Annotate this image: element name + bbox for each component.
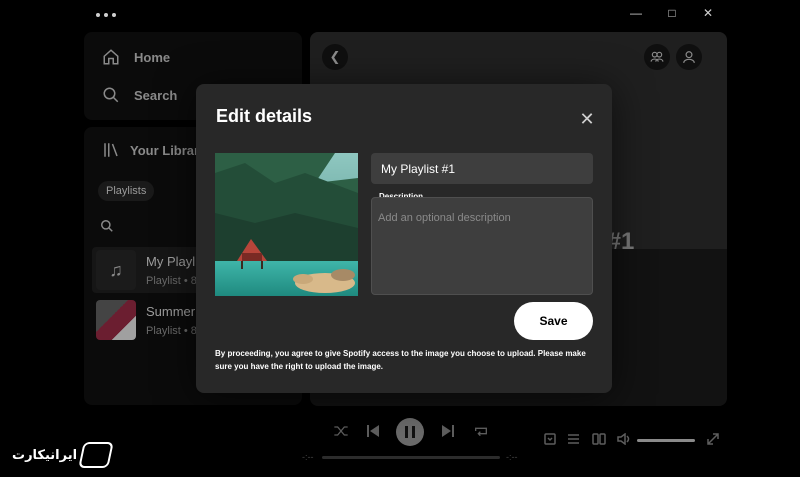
- back-button[interactable]: ❮: [322, 44, 348, 70]
- nav-search-label: Search: [134, 87, 178, 103]
- progress-bar[interactable]: [322, 456, 500, 459]
- shuffle-icon[interactable]: [333, 424, 349, 441]
- playlist-cover-thumbnail: [96, 300, 136, 340]
- upload-disclaimer: By proceeding, you agree to give Spotify…: [215, 349, 586, 371]
- cart-logo-icon: [78, 442, 114, 468]
- total-time: -:--: [506, 452, 518, 462]
- playlist-cover-image[interactable]: [215, 153, 358, 296]
- filter-chip-playlists[interactable]: Playlists: [98, 181, 155, 201]
- close-icon[interactable]: ✕: [690, 4, 726, 22]
- playlist-name-input[interactable]: [371, 153, 593, 184]
- home-icon: [103, 49, 119, 65]
- chevron-left-icon: ❮: [329, 49, 341, 64]
- nav-home[interactable]: Home: [102, 48, 170, 66]
- search-icon: [103, 87, 119, 103]
- close-icon: ✕: [579, 109, 595, 129]
- edit-details-dialog: Edit details ✕ Desc: [196, 84, 612, 393]
- dialog-title: Edit details: [216, 106, 313, 126]
- library-label: Your Library: [130, 142, 207, 158]
- play-pause-button[interactable]: [396, 418, 424, 446]
- watermark-logo: ایرانیکارت: [12, 442, 114, 468]
- repeat-icon[interactable]: [473, 424, 489, 441]
- elapsed-time: -:--: [302, 452, 314, 462]
- window-controls: — □ ✕: [618, 4, 726, 22]
- friend-activity-button[interactable]: [644, 44, 670, 70]
- library-search-button[interactable]: [100, 219, 114, 238]
- dialog-close-button[interactable]: ✕: [578, 110, 596, 128]
- maximize-icon[interactable]: □: [654, 4, 690, 22]
- volume-icon[interactable]: [617, 432, 631, 448]
- previous-icon[interactable]: [367, 424, 379, 441]
- pause-icon: [405, 426, 415, 438]
- library-icon: [104, 143, 118, 157]
- fullscreen-icon[interactable]: [707, 433, 719, 448]
- more-dots-icon[interactable]: [96, 13, 116, 17]
- now-playing-view-icon[interactable]: [544, 433, 556, 448]
- connect-device-icon[interactable]: [592, 433, 606, 448]
- nav-search[interactable]: Search: [102, 86, 177, 104]
- watermark-text: ایرانیکارت: [12, 447, 78, 462]
- search-icon: [101, 220, 113, 232]
- library-header[interactable]: Your Library: [102, 141, 206, 159]
- next-icon[interactable]: [442, 424, 454, 441]
- profile-button[interactable]: [676, 44, 702, 70]
- minimize-icon[interactable]: —: [618, 4, 654, 22]
- queue-icon[interactable]: [567, 433, 580, 448]
- friends-icon: [650, 51, 664, 62]
- nav-home-label: Home: [134, 49, 171, 65]
- user-icon: [683, 51, 695, 63]
- save-button[interactable]: Save: [514, 302, 593, 340]
- music-note-icon: ♫: [96, 250, 136, 290]
- volume-slider[interactable]: [637, 439, 695, 442]
- description-textarea[interactable]: [371, 197, 593, 295]
